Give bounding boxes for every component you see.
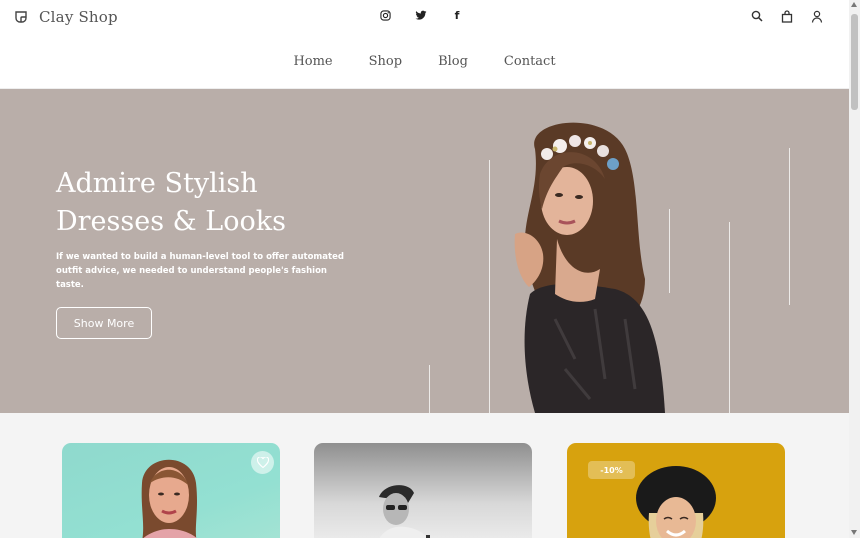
main-nav: Home Shop Blog Contact [0,54,849,69]
instagram-icon[interactable] [378,8,392,22]
product-grid: -10% [0,413,849,538]
search-icon[interactable] [750,9,764,23]
twitter-icon[interactable] [414,8,428,22]
nav-contact[interactable]: Contact [504,54,556,69]
decor-line [429,365,430,413]
decor-line [789,148,790,305]
heart-icon [256,457,269,468]
header-actions [750,9,824,23]
logo-icon [15,11,27,23]
hero-description: If we wanted to build a human-level tool… [56,252,344,290]
scroll-up-arrow[interactable] [851,2,857,7]
nav-home[interactable]: Home [293,54,332,69]
bag-icon[interactable] [780,9,794,23]
hero-title: Admire Stylish Dresses & Looks [56,168,286,237]
site-header: Clay Shop f Home Shop Blog Contact [0,0,849,89]
show-more-button[interactable]: Show More [56,307,152,339]
social-links: f [378,8,464,22]
product-image [141,459,197,538]
nav-shop[interactable]: Shop [369,54,402,69]
scrollbar[interactable] [849,0,860,538]
scroll-down-arrow[interactable] [851,530,857,535]
hero-model-image [514,122,665,413]
product-card[interactable]: -10% [567,443,785,538]
product-image [636,466,716,538]
user-icon[interactable] [810,9,824,23]
facebook-icon[interactable]: f [450,8,464,22]
decor-line [489,160,490,413]
decor-line [729,222,730,413]
discount-badge: -10% [588,461,635,479]
hero-banner: Admire Stylish Dresses & Looks If we wan… [0,89,849,413]
scrollbar-thumb[interactable] [851,14,858,110]
product-card[interactable] [62,443,280,538]
product-card[interactable] [314,443,532,538]
nav-blog[interactable]: Blog [438,54,468,69]
product-image [379,485,430,538]
brand-name: Clay Shop [39,8,118,26]
favorite-button[interactable] [251,451,274,474]
logo[interactable]: Clay Shop [13,8,118,26]
